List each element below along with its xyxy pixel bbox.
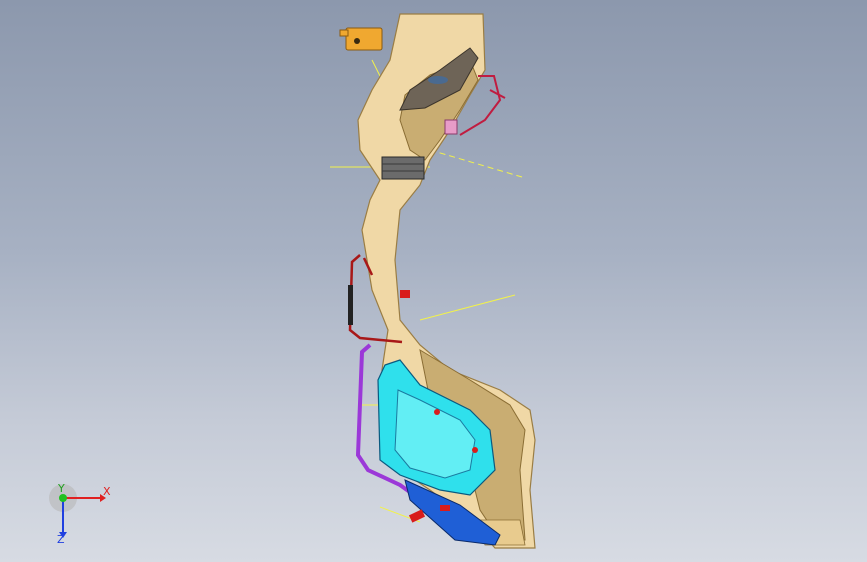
x-axis-label: X [103, 485, 111, 498]
3d-viewport[interactable]: X Y Z [0, 0, 867, 562]
y-axis-dot [59, 494, 67, 502]
y-axis-label: Y [58, 482, 65, 495]
orientation-triad[interactable]: X Y Z [40, 478, 120, 548]
z-axis-label: Z [57, 533, 65, 546]
black-strip [348, 285, 353, 325]
red-tab-1[interactable] [400, 290, 410, 298]
cad-model[interactable] [0, 0, 867, 562]
red-tab-3[interactable] [440, 505, 450, 511]
pink-clip[interactable] [444, 119, 458, 135]
gray-block[interactable] [381, 156, 425, 180]
top-bracket[interactable] [339, 27, 383, 51]
